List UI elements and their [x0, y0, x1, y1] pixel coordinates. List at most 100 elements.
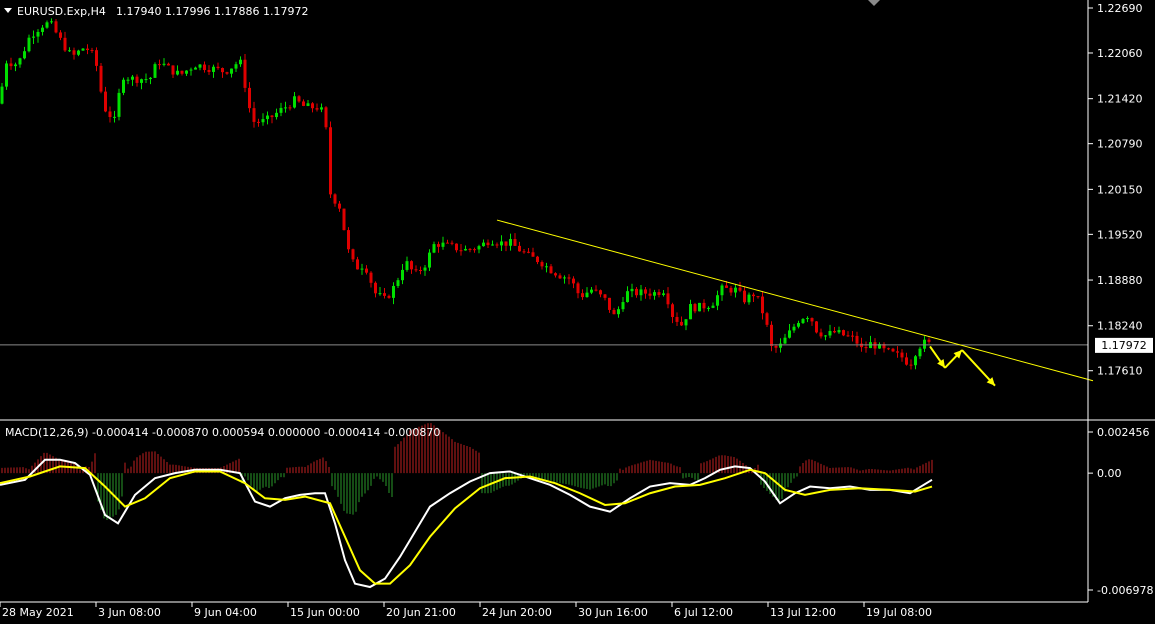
candle — [536, 255, 539, 265]
price-pane[interactable]: 1.22690 1.22060 1.21420 1.20790 1.20150 1.195… — [0, 0, 1153, 387]
candle-body — [18, 58, 22, 65]
candle-body — [450, 242, 454, 244]
candle-body — [653, 292, 656, 296]
candle-body — [342, 208, 346, 231]
candle — [500, 235, 503, 251]
candle-body — [180, 70, 184, 74]
candle-body — [113, 116, 116, 118]
candle — [68, 47, 71, 52]
candle-body — [738, 287, 742, 291]
candle — [383, 287, 386, 299]
candle — [257, 118, 260, 127]
trendline[interactable] — [496, 219, 1094, 382]
candle — [405, 256, 409, 272]
scroll-shift-marker-icon[interactable] — [868, 0, 880, 6]
candle-body — [545, 266, 548, 268]
candle-body — [5, 63, 8, 87]
candle — [576, 281, 580, 299]
candle — [63, 31, 67, 52]
candle-body — [617, 309, 620, 315]
candle-body — [482, 242, 485, 247]
candle — [914, 354, 917, 370]
macd-tick-label: 0.002456 — [1097, 426, 1150, 439]
candle — [419, 266, 422, 275]
candle — [693, 302, 697, 314]
candle — [41, 24, 44, 36]
candle — [774, 344, 778, 353]
macd-tick-label: -0.006978 — [1097, 584, 1153, 597]
candle-body — [234, 64, 238, 69]
candle-body — [689, 304, 692, 320]
candle — [549, 264, 553, 274]
candle-body — [243, 59, 247, 88]
candle-body — [905, 357, 908, 365]
candle — [104, 86, 107, 113]
candle-body — [410, 261, 413, 270]
candle — [77, 49, 80, 57]
candle-body — [815, 321, 818, 333]
candle-body — [621, 302, 625, 310]
time-tick-label: 15 Jun 00:00 — [290, 606, 360, 619]
macd-axis-ticks: 0.002456 0.00 -0.006978 — [1088, 426, 1153, 597]
candle — [603, 293, 607, 301]
candle-body — [567, 277, 571, 279]
candle-body — [734, 287, 737, 293]
candle — [252, 101, 256, 128]
candle — [878, 342, 881, 349]
candle — [212, 64, 215, 78]
candle — [815, 320, 818, 334]
candle — [873, 338, 877, 355]
candle — [540, 260, 544, 270]
candle — [401, 264, 404, 285]
candle — [14, 62, 17, 72]
candle-body — [572, 278, 575, 284]
candle-body — [675, 317, 679, 322]
candle — [5, 60, 8, 90]
candle — [176, 65, 179, 76]
dropdown-triangle-icon[interactable] — [4, 8, 12, 13]
candle-body — [428, 252, 431, 268]
candle — [450, 240, 454, 246]
candle-body — [752, 294, 755, 297]
candle-body — [194, 67, 197, 70]
candle — [387, 294, 391, 299]
candle — [927, 337, 931, 344]
candle-body — [14, 64, 17, 67]
candle — [468, 247, 472, 253]
time-tick-label: 30 Jun 16:00 — [578, 606, 648, 619]
candle-body — [509, 239, 512, 246]
time-tick-label: 6 Jul 12:00 — [674, 606, 733, 619]
candle — [698, 302, 701, 312]
candle — [657, 289, 661, 298]
candle-body — [887, 348, 890, 350]
candle-body — [284, 107, 287, 109]
candle-body — [774, 345, 778, 348]
forecast-arrow — [961, 349, 996, 387]
candle — [504, 241, 508, 252]
candle-body — [59, 32, 62, 38]
candle-body — [396, 280, 400, 286]
candle-body — [149, 77, 152, 80]
candle — [356, 256, 359, 270]
macd-pane[interactable]: 0.002456 0.00 -0.006978 MACD(12,26,9) -0.0… — [0, 423, 1153, 597]
candle — [509, 233, 512, 251]
candle-body — [725, 285, 728, 288]
candle-body — [117, 92, 121, 117]
candle-body — [356, 259, 359, 270]
candle — [522, 248, 526, 254]
candle — [90, 47, 94, 53]
candle — [108, 106, 112, 123]
candle — [738, 281, 742, 293]
candle — [833, 326, 836, 334]
candle-body — [828, 331, 832, 336]
candle — [545, 262, 548, 273]
chart-canvas[interactable]: 1.22690 1.22060 1.21420 1.20790 1.20150 1.195… — [0, 0, 1155, 620]
candle — [711, 302, 715, 309]
candle-body — [171, 65, 175, 75]
candle — [378, 287, 382, 296]
candle-body — [779, 343, 782, 348]
mt4-chart-window[interactable]: 1.22690 1.22060 1.21420 1.20790 1.20150 1.195… — [0, 0, 1155, 620]
candle — [0, 83, 4, 105]
candle — [702, 299, 706, 313]
candle-body — [486, 242, 490, 246]
